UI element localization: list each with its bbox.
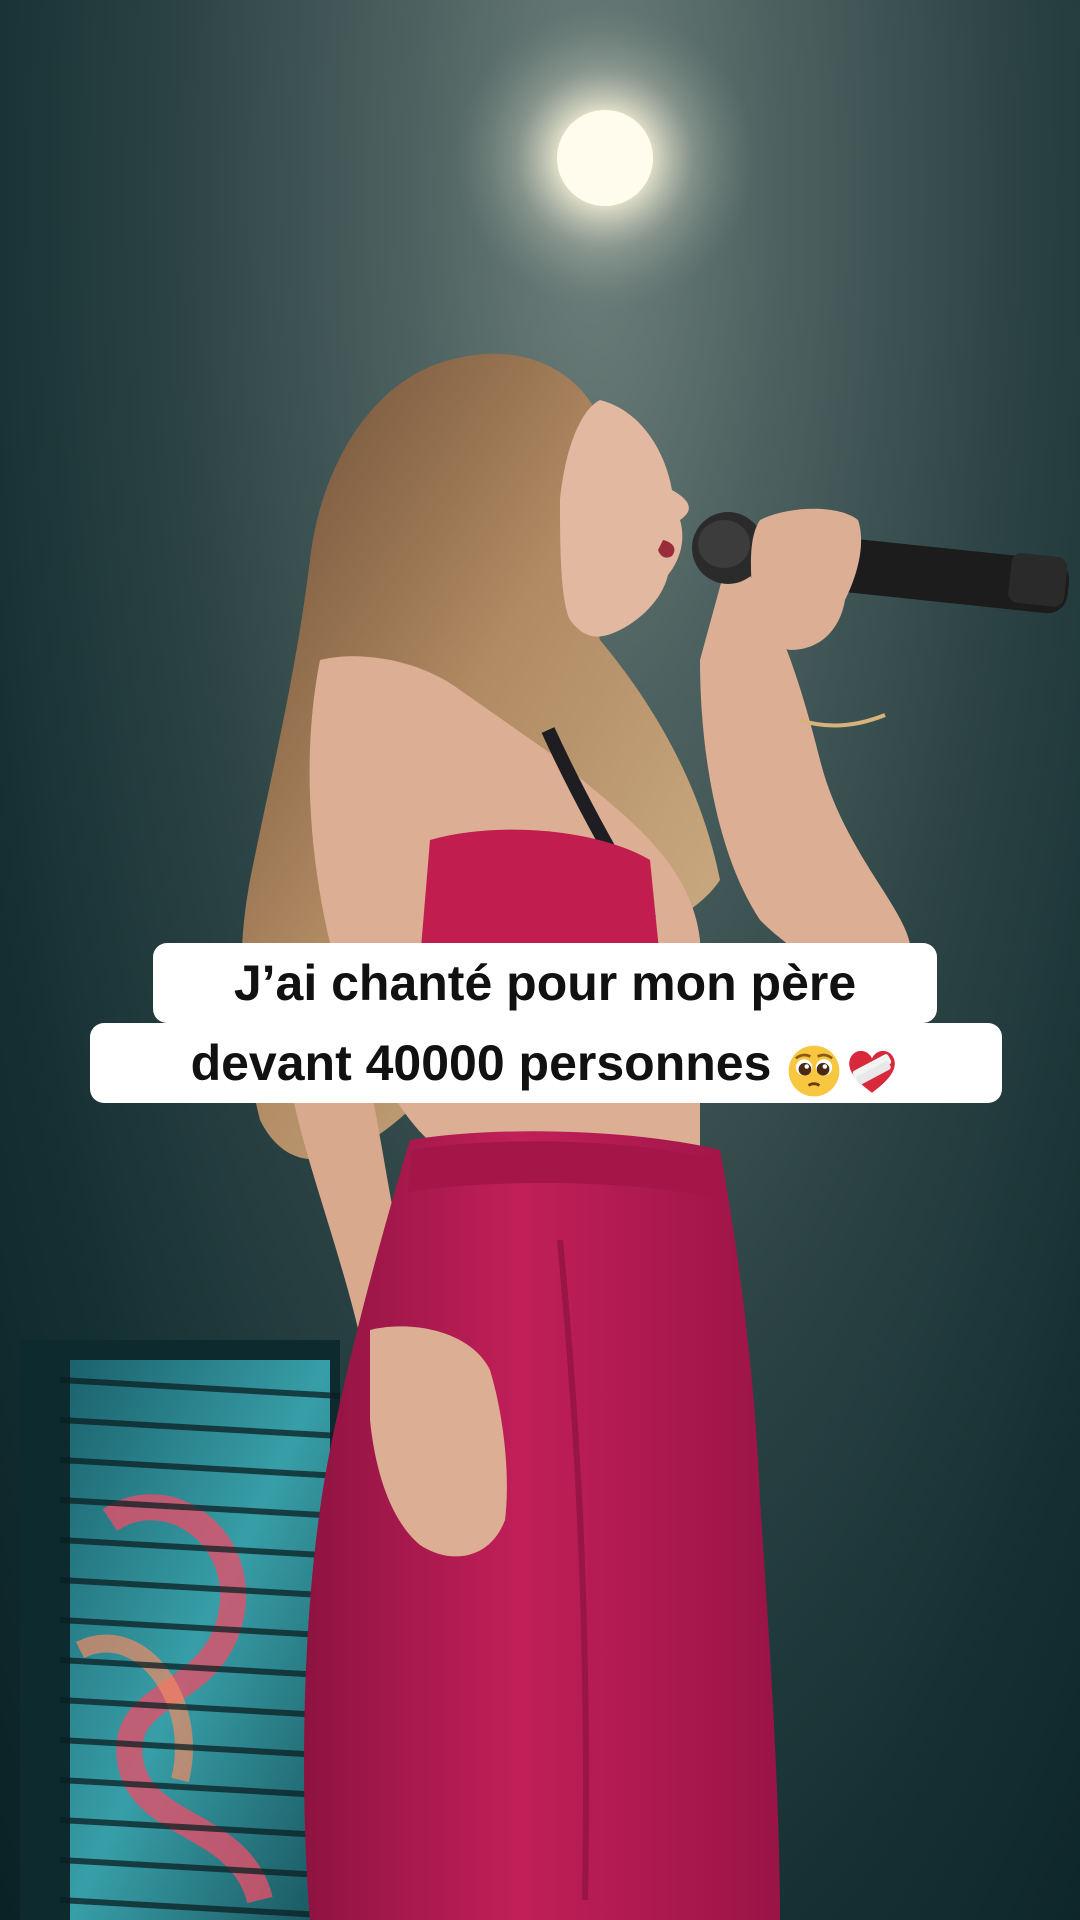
video-frame: J’ai chanté pour mon père devant 40000 p… [0, 0, 1080, 1920]
face [560, 400, 689, 637]
hand-on-mic [750, 508, 862, 650]
concert-photo [20, 8, 1070, 1920]
led-screen [20, 1340, 341, 1920]
bracelet [799, 713, 886, 728]
red-top [420, 829, 660, 983]
stage-light-core [557, 110, 653, 206]
